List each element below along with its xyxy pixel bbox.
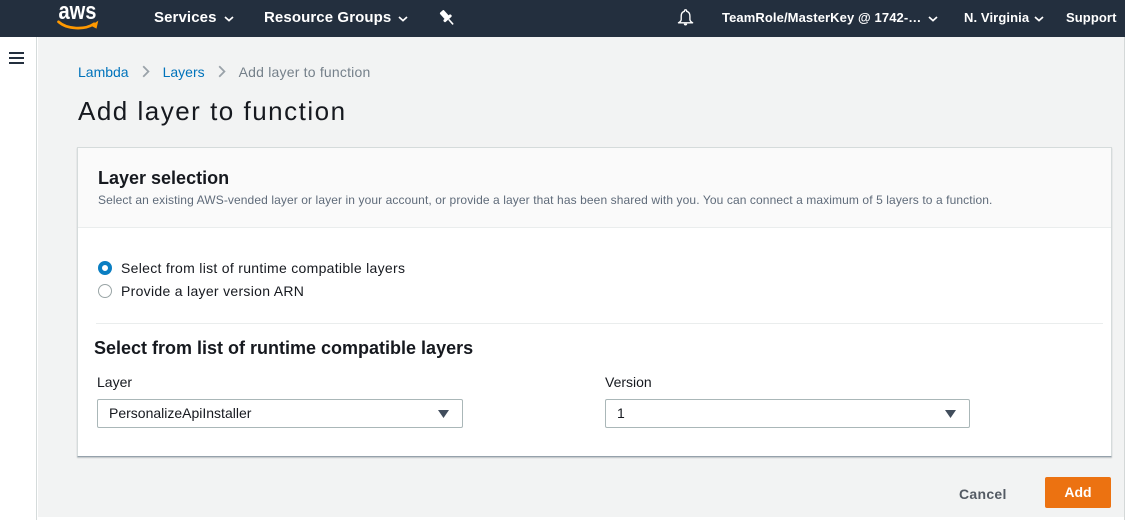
- svg-text:aws: aws: [59, 3, 97, 25]
